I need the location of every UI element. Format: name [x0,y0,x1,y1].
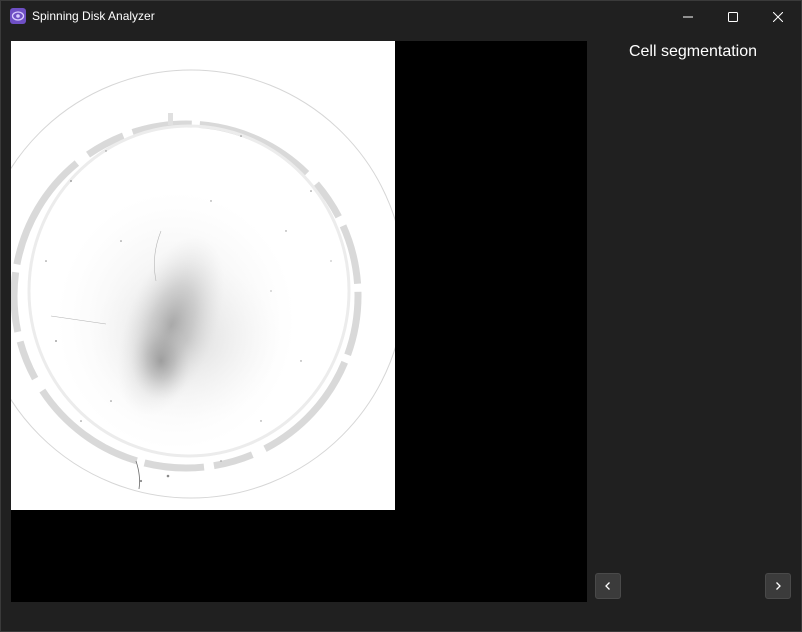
close-icon [773,11,783,22]
chevron-right-icon [776,582,781,590]
disk-image [11,41,395,510]
title-bar[interactable]: Spinning Disk Analyzer [1,1,801,32]
chevron-left-icon [605,582,610,590]
app-logo-icon [10,8,26,24]
minimize-icon [683,16,693,17]
image-viewer[interactable] [11,41,587,602]
maximize-icon [728,11,738,22]
app-window: Spinning Disk Analyzer Cell segmentation [0,0,802,632]
previous-button[interactable] [595,573,621,599]
minimize-button[interactable] [665,1,711,32]
maximize-button[interactable] [710,1,756,32]
window-title: Spinning Disk Analyzer [32,9,155,23]
close-button[interactable] [755,1,801,32]
panel-title: Cell segmentation [628,43,758,60]
next-button[interactable] [765,573,791,599]
